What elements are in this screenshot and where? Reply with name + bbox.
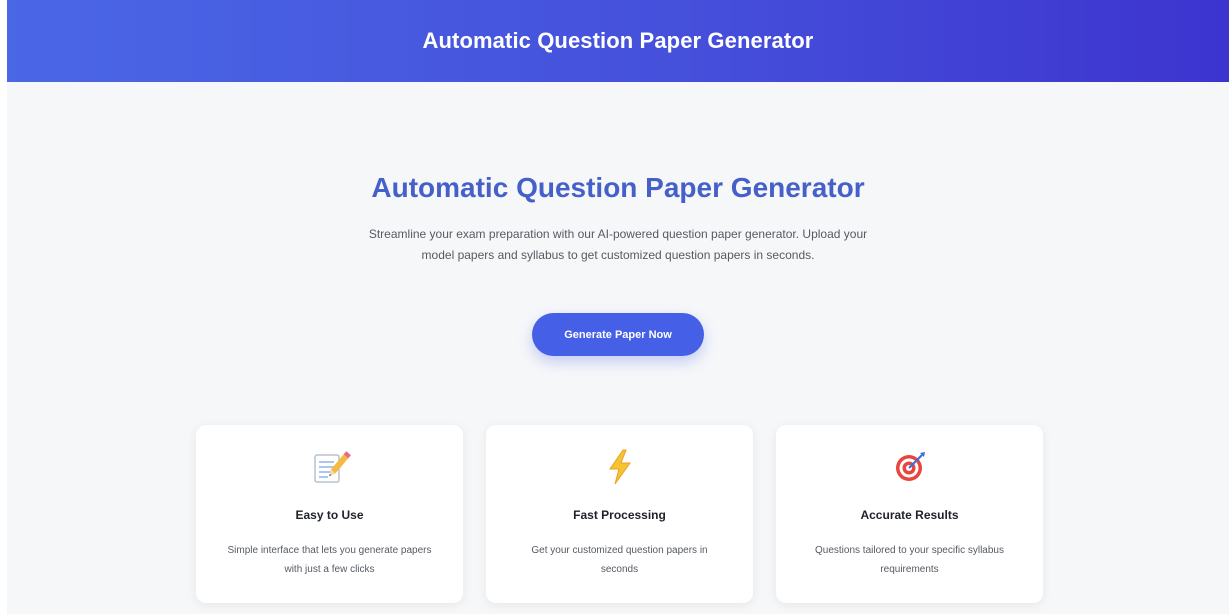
feature-card-accurate-results: Accurate Results Questions tailored to y…: [776, 425, 1043, 603]
app-frame: Automatic Question Paper Generator Autom…: [7, 0, 1229, 614]
feature-card-fast-processing: Fast Processing Get your customized ques…: [486, 425, 753, 603]
top-navbar: Automatic Question Paper Generator: [7, 0, 1229, 82]
navbar-title: Automatic Question Paper Generator: [422, 28, 814, 53]
target-icon: [776, 447, 1043, 487]
hero-description: Streamline your exam preparation with ou…: [368, 227, 868, 262]
generate-paper-button[interactable]: Generate Paper Now: [532, 313, 704, 356]
lightning-icon: [486, 447, 753, 487]
memo-pencil-icon: [196, 447, 463, 487]
hero-section: Automatic Question Paper Generator Strea…: [7, 170, 1229, 266]
feature-description: Simple interface that lets you generate …: [227, 545, 432, 575]
feature-description: Get your customized question papers in s…: [531, 545, 708, 575]
feature-title: Accurate Results: [860, 508, 959, 522]
feature-title: Easy to Use: [295, 508, 364, 522]
feature-description: Questions tailored to your specific syll…: [815, 545, 1004, 575]
hero-title: Automatic Question Paper Generator: [371, 172, 865, 203]
feature-title: Fast Processing: [573, 508, 666, 522]
feature-card-easy-to-use: Easy to Use Simple interface that lets y…: [196, 425, 463, 603]
